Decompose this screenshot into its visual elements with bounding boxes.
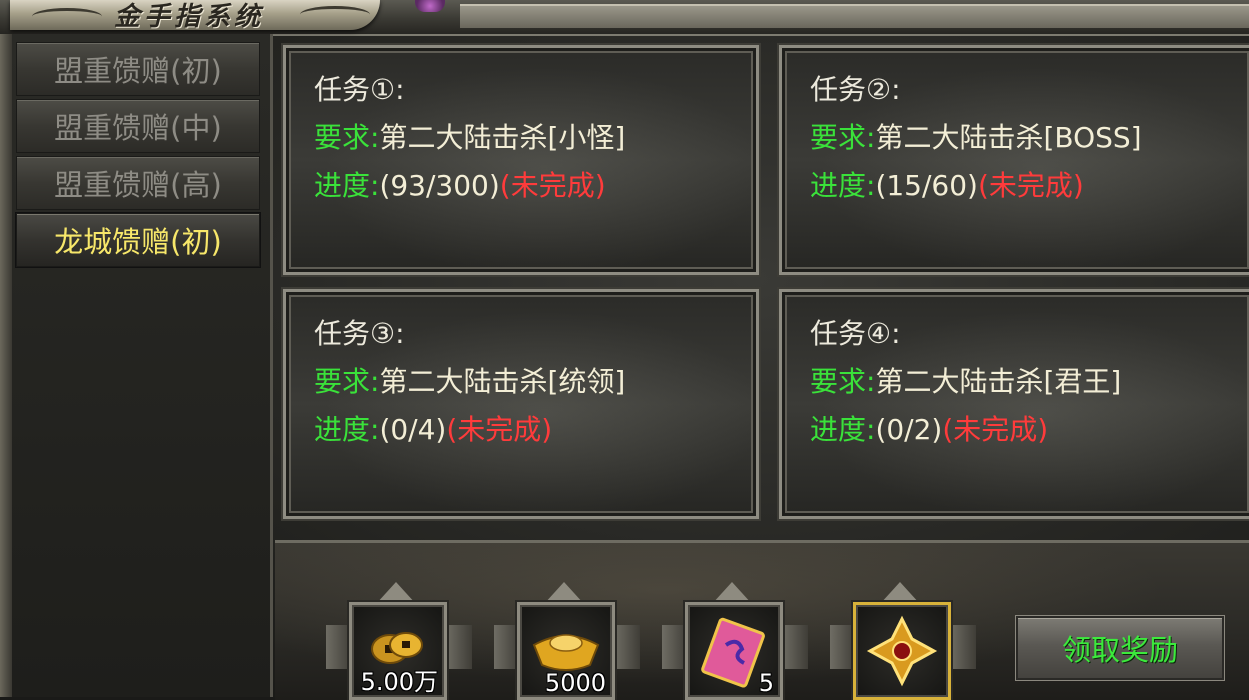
slot-frame-ornament <box>950 625 976 669</box>
requirement-label: 要求: <box>314 365 380 398</box>
task-requirement: 要求:第二大陆击杀[君王] <box>810 365 1121 399</box>
task-title: 任务③: <box>314 317 405 350</box>
task-title: 任务④: <box>810 317 901 350</box>
task-progress: 进度:(93/300)(未完成) <box>314 169 606 203</box>
progress-value: (93/300) <box>379 169 500 202</box>
task-panel-1: 任务①: 要求:第二大陆击杀[小怪] 进度:(93/300)(未完成) <box>281 43 761 277</box>
slot-frame-ornament <box>376 582 416 604</box>
progress-value: (15/60) <box>875 169 978 202</box>
window-title: 金手指系统 <box>114 2 265 32</box>
slot-frame-ornament <box>782 625 808 669</box>
reward-slot-coins[interactable]: 5.00万 <box>349 602 447 700</box>
sidebar-item-longcheng-basic[interactable]: 龙城馈赠(初) <box>16 213 260 267</box>
slot-frame-ornament <box>446 625 472 669</box>
reward-quantity: 5000 <box>544 669 606 697</box>
sidebar-item-label: 龙城馈赠(初) <box>54 225 222 259</box>
task-requirement: 要求:第二大陆击杀[统领] <box>314 365 625 399</box>
progress-value: (0/4) <box>379 413 447 446</box>
progress-value: (0/2) <box>875 413 943 446</box>
status-incomplete: (未完成) <box>942 413 1049 446</box>
reward-slot-emblem[interactable] <box>853 602 951 700</box>
status-incomplete: (未完成) <box>499 169 606 202</box>
task-panel-4: 任务④: 要求:第二大陆击杀[君王] 进度:(0/2)(未完成) <box>777 287 1249 521</box>
slot-frame-ornament <box>614 625 640 669</box>
task-progress: 进度:(0/2)(未完成) <box>810 413 1048 447</box>
task-progress: 进度:(15/60)(未完成) <box>810 169 1084 203</box>
claim-reward-label: 领取奖励 <box>1061 633 1178 667</box>
task-title: 任务②: <box>810 73 901 106</box>
title-plaque: 金手指系统 <box>10 0 380 32</box>
progress-label: 进度: <box>810 413 876 446</box>
ornament-scroll-icon <box>300 6 370 23</box>
title-bar: 金手指系统 <box>0 0 1249 36</box>
requirement-text: 第二大陆击杀[BOSS] <box>875 121 1142 154</box>
golden-emblem-icon <box>866 615 938 687</box>
reward-quantity: 5.00万 <box>360 668 438 696</box>
requirement-label: 要求: <box>810 121 876 154</box>
sidebar-item-label: 盟重馈赠(高) <box>54 168 222 202</box>
requirement-label: 要求: <box>810 365 876 398</box>
ornament-scroll-icon <box>32 8 102 25</box>
sidebar-item-mengzhong-mid[interactable]: 盟重馈赠(中) <box>16 99 260 153</box>
sidebar-edge <box>0 34 12 697</box>
sidebar-item-label: 盟重馈赠(中) <box>54 111 222 145</box>
status-incomplete: (未完成) <box>446 413 553 446</box>
claim-reward-button[interactable]: 领取奖励 <box>1016 616 1224 680</box>
reward-slot-scroll[interactable]: 5 <box>685 602 783 700</box>
sidebar-item-label: 盟重馈赠(初) <box>54 54 222 88</box>
task-requirement: 要求:第二大陆击杀[小怪] <box>314 121 625 155</box>
slot-frame-ornament <box>880 582 920 604</box>
task-title: 任务①: <box>314 73 405 106</box>
progress-label: 进度: <box>314 413 380 446</box>
slot-frame-ornament <box>544 582 584 604</box>
reward-quantity: 5 <box>758 669 774 697</box>
sidebar-item-mengzhong-basic[interactable]: 盟重馈赠(初) <box>16 42 260 96</box>
title-bar-border <box>460 4 1249 28</box>
game-window: 金手指系统 盟重馈赠(初) 盟重馈赠(中) 盟重馈赠(高) 龙城馈赠(初) 任务… <box>0 0 1249 700</box>
task-progress: 进度:(0/4)(未完成) <box>314 413 552 447</box>
requirement-text: 第二大陆击杀[君王] <box>875 365 1122 398</box>
task-panel-3: 任务③: 要求:第二大陆击杀[统领] 进度:(0/4)(未完成) <box>281 287 761 521</box>
slot-frame-ornament <box>712 582 752 604</box>
status-incomplete: (未完成) <box>977 169 1084 202</box>
gem-ornament-icon <box>415 0 445 12</box>
task-requirement: 要求:第二大陆击杀[BOSS] <box>810 121 1142 155</box>
requirement-text: 第二大陆击杀[小怪] <box>379 121 626 154</box>
requirement-text: 第二大陆击杀[统领] <box>379 365 626 398</box>
task-panel-2: 任务②: 要求:第二大陆击杀[BOSS] 进度:(15/60)(未完成) <box>777 43 1249 277</box>
sidebar-item-mengzhong-high[interactable]: 盟重馈赠(高) <box>16 156 260 210</box>
requirement-label: 要求: <box>314 121 380 154</box>
progress-label: 进度: <box>810 169 876 202</box>
reward-slot-ingot[interactable]: 5000 <box>517 602 615 700</box>
progress-label: 进度: <box>314 169 380 202</box>
